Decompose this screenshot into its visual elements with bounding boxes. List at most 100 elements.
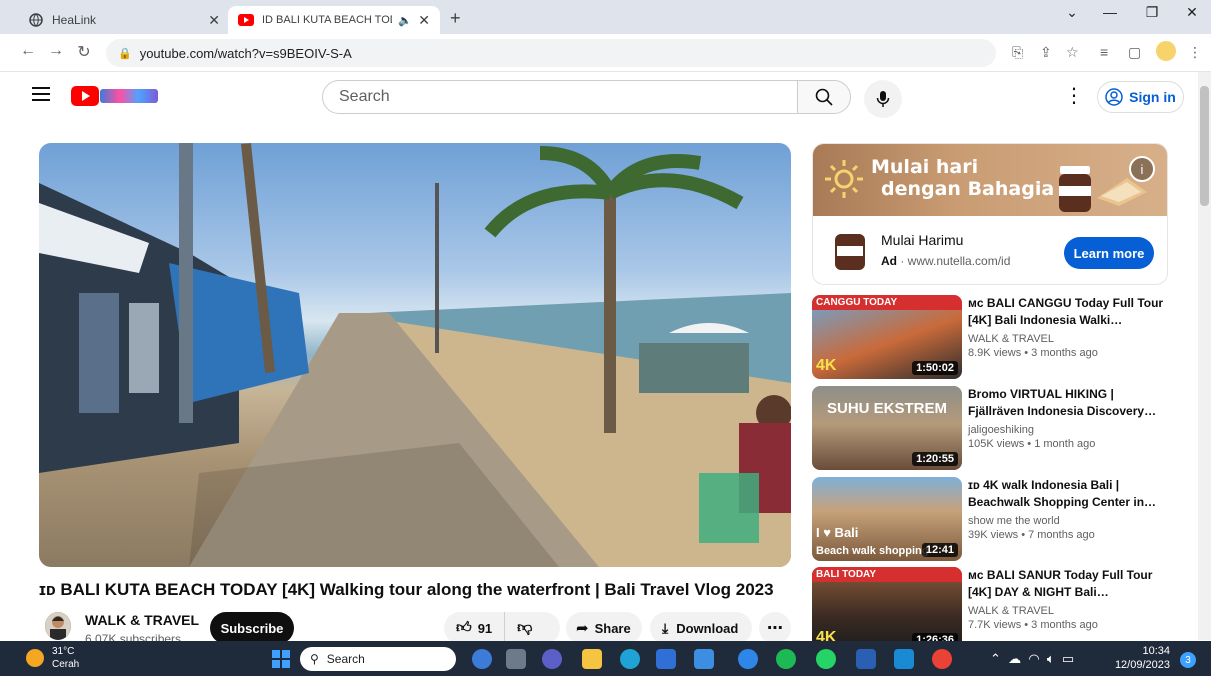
voice-search-button[interactable]: [864, 80, 902, 118]
ad-domain: www.nutella.com/id: [907, 254, 1011, 268]
advertiser-logo: [835, 234, 865, 270]
lock-icon: 🔒: [118, 47, 132, 60]
hamburger-menu-icon[interactable]: [32, 87, 50, 101]
thumbnail-overlay-bottom: Beach walk shopping: [816, 545, 929, 557]
share-icon[interactable]: ⇪: [1040, 44, 1052, 61]
share-button[interactable]: ➦ Share: [566, 612, 642, 644]
more-actions-icon[interactable]: ⋯: [759, 612, 791, 644]
page-scrollbar[interactable]: [1198, 72, 1211, 640]
video-thumbnail[interactable]: SUHU EKSTREM 1:20:55: [812, 386, 962, 470]
recommendation-title[interactable]: Bromo VIRTUAL HIKING | Fjällräven Indone…: [968, 386, 1168, 420]
like-button[interactable]: 👍︎ 91: [444, 612, 506, 644]
video-thumbnail[interactable]: BALI TODAY 4K 1:26:36: [812, 567, 962, 651]
reading-list-icon[interactable]: ≡: [1100, 44, 1108, 60]
recommendation-channel[interactable]: jaligoeshiking: [968, 424, 1168, 436]
youtube-logo[interactable]: [71, 86, 99, 106]
new-tab-button[interactable]: +: [450, 8, 461, 29]
forward-icon[interactable]: →: [46, 42, 66, 60]
store-icon[interactable]: [656, 649, 676, 669]
word-icon[interactable]: [856, 649, 876, 669]
settings-kebab-icon[interactable]: ⋮: [1064, 86, 1084, 106]
close-window-button[interactable]: ✕: [1172, 4, 1211, 21]
photos-icon[interactable]: [738, 649, 758, 669]
windows-start-icon[interactable]: [272, 650, 290, 668]
ad-card[interactable]: Mulai hari dengan Bahagia i Mulai Harimu…: [812, 143, 1168, 285]
video-thumbnail[interactable]: I ♥ Bali Beach walk shopping 12:41: [812, 477, 962, 561]
profile-avatar[interactable]: [1156, 41, 1176, 61]
ad-info-icon[interactable]: i: [1129, 156, 1155, 182]
minimize-button[interactable]: —: [1090, 4, 1130, 20]
recommendation-item[interactable]: SUHU EKSTREM 1:20:55 Bromo VIRTUAL HIKIN…: [812, 386, 1198, 470]
recommendation-meta: 8.9K views • 3 months ago: [968, 347, 1098, 359]
browser-toolbar: ← → ↻ 🔒 youtube.com/watch?v=s9BEOIV-S-A …: [0, 34, 1211, 72]
edge-icon[interactable]: [620, 649, 640, 669]
close-icon[interactable]: ✕: [418, 12, 430, 29]
search-placeholder: Search: [339, 88, 390, 105]
search-icon: ⚲: [310, 652, 319, 666]
recommendation-title[interactable]: ᴍᴄ BALI SANUR Today Full Tour [4K] DAY &…: [968, 567, 1168, 601]
spotify-icon[interactable]: [776, 649, 796, 669]
file-explorer-icon[interactable]: [582, 649, 602, 669]
recommendation-channel[interactable]: show me the world: [968, 515, 1168, 527]
scrollbar-thumb[interactable]: [1200, 86, 1209, 206]
install-icon[interactable]: ⎘: [1012, 44, 1023, 61]
video-player[interactable]: [39, 143, 791, 567]
chrome-icon[interactable]: [932, 649, 952, 669]
clock-time[interactable]: 10:34: [1118, 645, 1170, 657]
clock-date[interactable]: 12/09/2023: [1112, 659, 1170, 671]
channel-name[interactable]: WALK & TRAVEL: [85, 612, 199, 628]
recommendation-meta: 105K views • 1 month ago: [968, 438, 1096, 450]
side-panel-icon[interactable]: ▢: [1128, 44, 1141, 61]
recommendation-item[interactable]: BALI TODAY 4K 1:26:36 ᴍᴄ BALI SANUR Toda…: [812, 567, 1198, 651]
bing-icon[interactable]: [472, 649, 492, 669]
youtube-icon: [238, 12, 254, 28]
close-icon[interactable]: ✕: [208, 12, 220, 29]
subscribe-button[interactable]: Subscribe: [210, 612, 294, 644]
download-button[interactable]: ⤓ Download: [650, 612, 752, 644]
address-bar[interactable]: 🔒 youtube.com/watch?v=s9BEOIV-S-A: [106, 39, 996, 67]
recommendation-channel[interactable]: WALK & TRAVEL: [968, 605, 1168, 617]
taskbar-search[interactable]: ⚲ Search: [300, 647, 456, 671]
recommendation-meta: 7.7K views • 3 months ago: [968, 619, 1098, 631]
system-tray-icons[interactable]: ⌃ ☁ ◠ 🔈︎ ▭: [990, 651, 1074, 667]
url-text: youtube.com/watch?v=s9BEOIV-S-A: [139, 45, 352, 61]
youtube-header: Search ⋮ Sign in: [0, 72, 1198, 122]
whatsapp-icon[interactable]: [816, 649, 836, 669]
restore-button[interactable]: ❐: [1132, 4, 1172, 21]
tab-search-icon[interactable]: ⌄: [1052, 4, 1092, 21]
task-view-icon[interactable]: [506, 649, 526, 669]
tab-youtube-video[interactable]: ID BALI KUTA BEACH TODAY 🔈 ✕: [228, 6, 440, 34]
teams-chat-icon[interactable]: [542, 649, 562, 669]
share-label: Share: [594, 620, 631, 636]
search-input[interactable]: Search: [322, 80, 798, 114]
weather-temperature[interactable]: 31°C: [52, 646, 74, 657]
thumbnail-overlay-text: SUHU EKSTREM: [826, 400, 947, 417]
ad-banner[interactable]: Mulai hari dengan Bahagia i: [813, 144, 1167, 216]
ad-title: Mulai Harimu: [881, 232, 964, 248]
sign-in-button[interactable]: Sign in: [1097, 81, 1184, 113]
channel-avatar[interactable]: [45, 612, 71, 640]
recommendation-title[interactable]: ɪᴅ 4K walk Indonesia Bali | Beachwalk Sh…: [968, 477, 1168, 511]
back-icon[interactable]: ←: [18, 42, 38, 60]
recommendation-title[interactable]: ᴍᴄ BALI CANGGU Today Full Tour [4K] Bali…: [968, 295, 1168, 329]
speaker-icon[interactable]: 🔈: [398, 14, 412, 27]
taskbar-search-label: Search: [326, 652, 365, 666]
reload-icon[interactable]: ↻: [74, 42, 94, 62]
weather-sun-icon[interactable]: [26, 649, 44, 667]
menu-kebab-icon[interactable]: ⋮: [1188, 44, 1202, 61]
learn-more-button[interactable]: Learn more: [1064, 237, 1154, 269]
dislike-button[interactable]: 👎︎: [505, 612, 544, 644]
recommendation-channel[interactable]: WALK & TRAVEL: [968, 333, 1168, 345]
video-thumbnail[interactable]: CANGGU TODAY 4K 1:50:02: [812, 295, 962, 379]
tab-healink[interactable]: HeaLink ✕: [18, 6, 230, 34]
recommendation-item[interactable]: I ♥ Bali Beach walk shopping 12:41 ɪᴅ 4K…: [812, 477, 1198, 561]
recommendation-item[interactable]: CANGGU TODAY 4K 1:50:02 ᴍᴄ BALI CANGGU T…: [812, 295, 1198, 379]
app-icon[interactable]: [694, 649, 714, 669]
notification-badge[interactable]: 3: [1180, 652, 1196, 668]
search-button[interactable]: [797, 80, 851, 114]
bookmark-star-icon[interactable]: ☆: [1066, 44, 1079, 61]
youtube-doodle-logo[interactable]: [100, 89, 158, 103]
weather-description[interactable]: Cerah: [52, 659, 79, 670]
video-frame-beach-scene: [39, 143, 791, 567]
vscode-icon[interactable]: [894, 649, 914, 669]
